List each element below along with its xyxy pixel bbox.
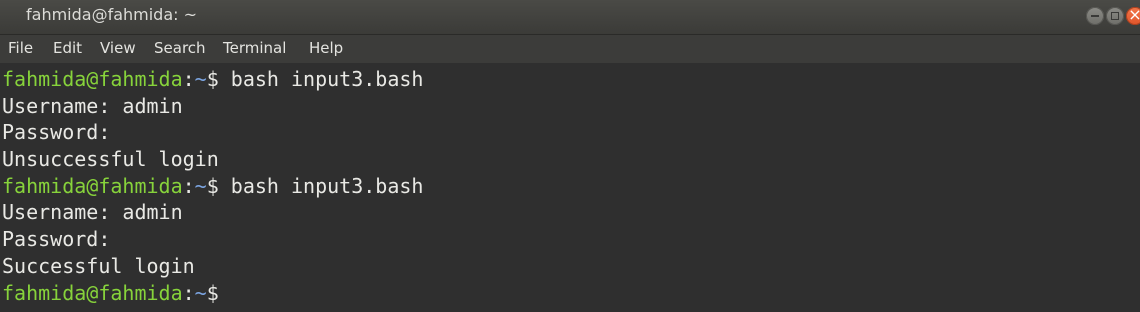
prompt-path: ~ [194, 67, 207, 91]
command-text: bash input3.bash [218, 173, 424, 198]
output-line: Successful login [2, 253, 195, 278]
output-line: Username: admin [2, 200, 183, 225]
command-text: bash input3.bash [218, 67, 424, 91]
prompt-line: fahmida@fahmida:~$ [0, 280, 1140, 307]
output-line: Password: [2, 120, 111, 145]
prompt-colon: : [182, 280, 195, 305]
maximize-button[interactable] [1106, 7, 1124, 25]
terminal-window: fahmida@fahmida: ~ File Edit View Search… [0, 0, 1140, 312]
prompt-symbol: $ [206, 67, 219, 91]
prompt-user-host: fahmida@fahmida [2, 280, 183, 305]
terminal-output[interactable]: fahmida@fahmida:~$ bash input3.bash Usern… [0, 64, 1140, 312]
prompt-user-host: fahmida@fahmida [2, 173, 183, 198]
minimize-button[interactable] [1086, 7, 1104, 25]
window-title: fahmida@fahmida: ~ [26, 5, 198, 24]
menu-view[interactable]: View [100, 39, 136, 57]
prompt-user-host: fahmida@fahmida [2, 67, 183, 91]
prompt-line: fahmida@fahmida:~$ bash input3.bash [0, 173, 1140, 200]
output-line: Username: admin [2, 93, 183, 118]
prompt-path: ~ [194, 280, 207, 305]
prompt-line: fahmida@fahmida:~$ bash input3.bash [0, 66, 1140, 93]
prompt-colon: : [182, 67, 195, 91]
menu-terminal[interactable]: Terminal [223, 39, 286, 57]
prompt-path: ~ [194, 173, 207, 198]
prompt-symbol: $ [206, 280, 219, 305]
menu-file[interactable]: File [8, 39, 33, 57]
menu-help[interactable]: Help [309, 39, 343, 57]
menu-edit[interactable]: Edit [53, 39, 82, 57]
prompt-colon: : [182, 173, 195, 198]
close-button[interactable] [1126, 4, 1140, 25]
menu-bar: File Edit View Search Terminal Help [0, 35, 1140, 63]
prompt-symbol: $ [206, 173, 219, 198]
output-line: Unsuccessful login [2, 147, 219, 172]
menu-search[interactable]: Search [154, 39, 206, 57]
title-bar[interactable]: fahmida@fahmida: ~ [0, 0, 1140, 35]
output-line: Password: [2, 227, 111, 252]
